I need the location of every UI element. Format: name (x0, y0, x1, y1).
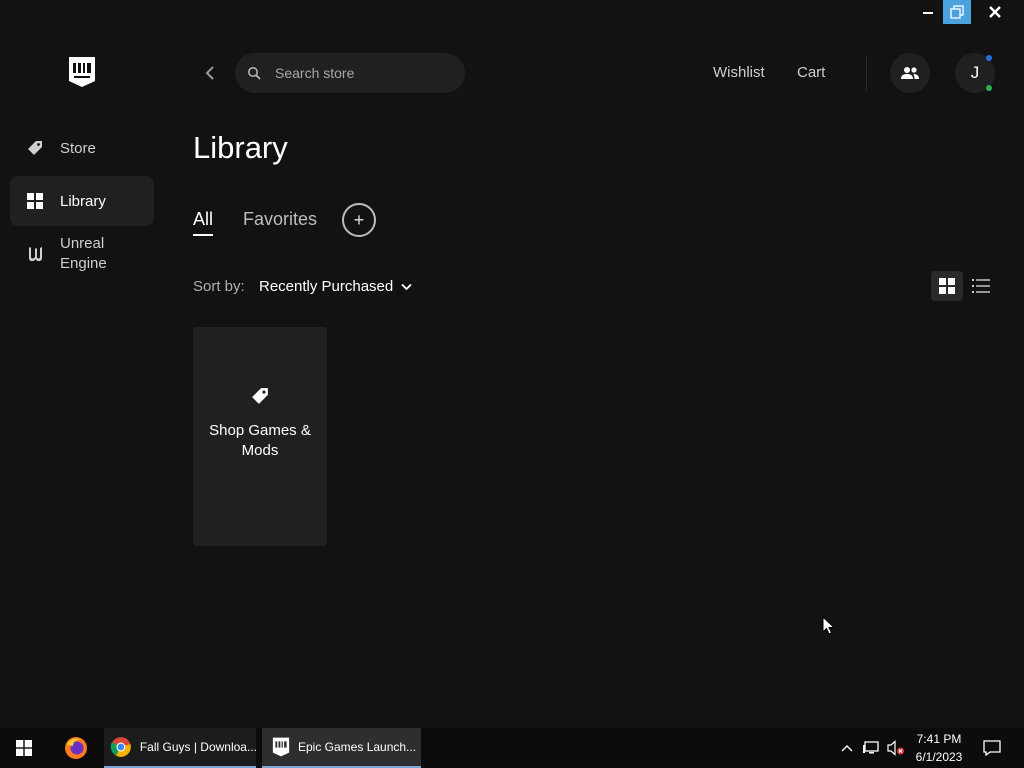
grid-view-button[interactable] (931, 271, 963, 301)
action-center-button[interactable] (980, 728, 1004, 768)
restore-icon (950, 5, 964, 19)
sidebar-item-library[interactable]: Library (10, 176, 154, 226)
maximize-button[interactable] (943, 0, 971, 24)
cart-link[interactable]: Cart (797, 64, 825, 81)
minimize-icon (923, 12, 933, 14)
sidebar-item-label: Store (60, 139, 96, 157)
epic-games-logo[interactable] (68, 56, 96, 88)
chevron-down-icon (401, 283, 412, 290)
list-view-button[interactable] (965, 271, 997, 301)
sidebar-item-label: Unreal Engine (60, 235, 107, 272)
minimize-button[interactable] (914, 0, 942, 24)
unreal-engine-icon (26, 245, 44, 263)
wishlist-link[interactable]: Wishlist (713, 64, 765, 81)
firefox-icon (65, 737, 87, 759)
close-icon (989, 6, 1001, 18)
close-button[interactable] (981, 0, 1009, 24)
taskbar-item-label: Epic Games Launch... (298, 740, 417, 754)
epic-games-icon (272, 737, 290, 757)
notification-dot (986, 55, 992, 61)
search-input[interactable] (273, 64, 447, 82)
friends-button[interactable] (890, 53, 930, 93)
chevron-left-icon (205, 66, 214, 80)
sort-value: Recently Purchased (259, 278, 394, 295)
tab-all[interactable]: All (193, 209, 213, 230)
card-label: Shop Games & Mods (209, 421, 311, 459)
mouse-cursor-icon (822, 616, 836, 635)
sort-dropdown[interactable]: Recently Purchased (259, 278, 412, 295)
list-view-icon (972, 279, 990, 293)
sort-label: Sort by: (193, 278, 245, 295)
taskbar-firefox[interactable] (56, 728, 96, 768)
sidebar-item-unreal-engine[interactable]: Unreal Engine (10, 230, 154, 278)
active-tab-indicator (193, 234, 213, 236)
online-status-dot (986, 85, 992, 91)
volume-button[interactable] (885, 728, 907, 768)
sidebar-item-store[interactable]: Store (10, 126, 154, 170)
page-title: Library (193, 130, 288, 165)
network-button[interactable] (860, 728, 882, 768)
taskbar: Fall Guys | Downloa... Epic Games Launch… (0, 728, 1024, 768)
clock-time: 7:41 PM (916, 732, 962, 746)
back-button[interactable] (200, 62, 220, 84)
search-bar[interactable] (235, 53, 465, 93)
taskbar-epic-window[interactable]: Epic Games Launch... (262, 728, 421, 768)
grid-icon (26, 192, 44, 210)
notification-icon (983, 740, 1001, 756)
tag-icon (26, 139, 44, 157)
network-icon (863, 741, 879, 754)
volume-muted-icon (887, 740, 904, 756)
plus-icon: + (353, 209, 365, 230)
add-collection-button[interactable]: + (342, 203, 376, 237)
tab-favorites[interactable]: Favorites (243, 209, 317, 230)
grid-view-icon (939, 278, 955, 294)
search-icon (248, 67, 261, 80)
start-button[interactable] (0, 728, 48, 768)
clock-date: 6/1/2023 (915, 750, 963, 764)
system-clock[interactable]: 7:41 PM 6/1/2023 (906, 730, 972, 766)
taskbar-chrome-window[interactable]: Fall Guys | Downloa... (104, 728, 256, 768)
shop-games-card[interactable]: Shop Games & Mods (193, 327, 327, 546)
chrome-icon (110, 737, 131, 757)
sidebar-item-label: Library (60, 192, 106, 210)
divider (866, 56, 867, 90)
avatar-initial: J (970, 63, 980, 82)
friends-icon (901, 67, 919, 79)
show-hidden-icons-button[interactable] (838, 728, 856, 768)
chevron-up-icon (841, 745, 853, 752)
tag-icon (252, 387, 268, 404)
epic-games-icon (69, 57, 95, 87)
taskbar-item-label: Fall Guys | Downloa... (139, 740, 256, 754)
windows-icon (16, 740, 32, 756)
